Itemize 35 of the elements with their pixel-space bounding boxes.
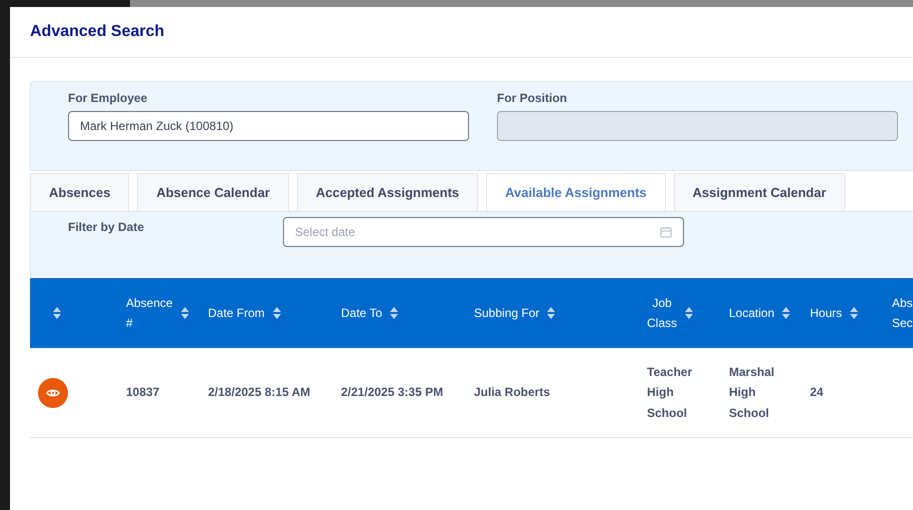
table-cell-text: Teacher High School xyxy=(647,364,694,422)
sort-icon[interactable] xyxy=(685,307,694,319)
column-header[interactable]: Date From xyxy=(208,303,265,323)
column-header[interactable]: Subbing For xyxy=(474,303,540,323)
table-cell-text: Marshal High School xyxy=(729,364,776,422)
field-label: For Employee xyxy=(68,90,148,107)
field-label: Filter by Date xyxy=(68,219,146,236)
employee-field[interactable]: Mark Herman Zuck (100810) xyxy=(68,111,469,141)
column-header[interactable]: Job Class xyxy=(647,293,678,333)
sort-icon[interactable] xyxy=(272,307,281,319)
table-cell-text: Julia Roberts xyxy=(474,384,552,402)
sort-icon[interactable] xyxy=(180,307,189,319)
column-header[interactable]: Hours xyxy=(810,303,842,323)
tab[interactable]: Absences xyxy=(30,173,130,211)
table-cell-text: 2/21/2025 3:35 PM xyxy=(341,384,444,402)
field-label: For Position xyxy=(497,90,568,107)
sort-icon[interactable] xyxy=(850,307,858,319)
sort-icon[interactable] xyxy=(390,307,398,319)
column-header[interactable]: Location xyxy=(729,303,774,323)
column-header[interactable]: Date To xyxy=(341,303,382,323)
tab[interactable]: Assignment Calendar xyxy=(674,173,846,211)
dialog-title: Advanced Search xyxy=(30,22,164,42)
table-cell-text: 10837 xyxy=(126,384,160,402)
eye-icon xyxy=(46,388,60,398)
view-button[interactable] xyxy=(38,378,68,408)
column-header[interactable]: Abs Sec xyxy=(892,293,913,333)
tab[interactable]: Available Assignments xyxy=(486,173,666,211)
sort-icon[interactable] xyxy=(547,307,556,319)
column-header[interactable]: Absence # xyxy=(126,293,173,333)
table-cell-text: 2/18/2025 8:15 AM xyxy=(208,384,312,402)
table-cell-text: 24 xyxy=(810,384,824,402)
tab[interactable]: Accepted Assignments xyxy=(296,173,478,211)
tab[interactable]: Absence Calendar xyxy=(137,173,289,211)
sort-icon[interactable] xyxy=(782,307,790,319)
sort-icon[interactable] xyxy=(53,307,61,319)
